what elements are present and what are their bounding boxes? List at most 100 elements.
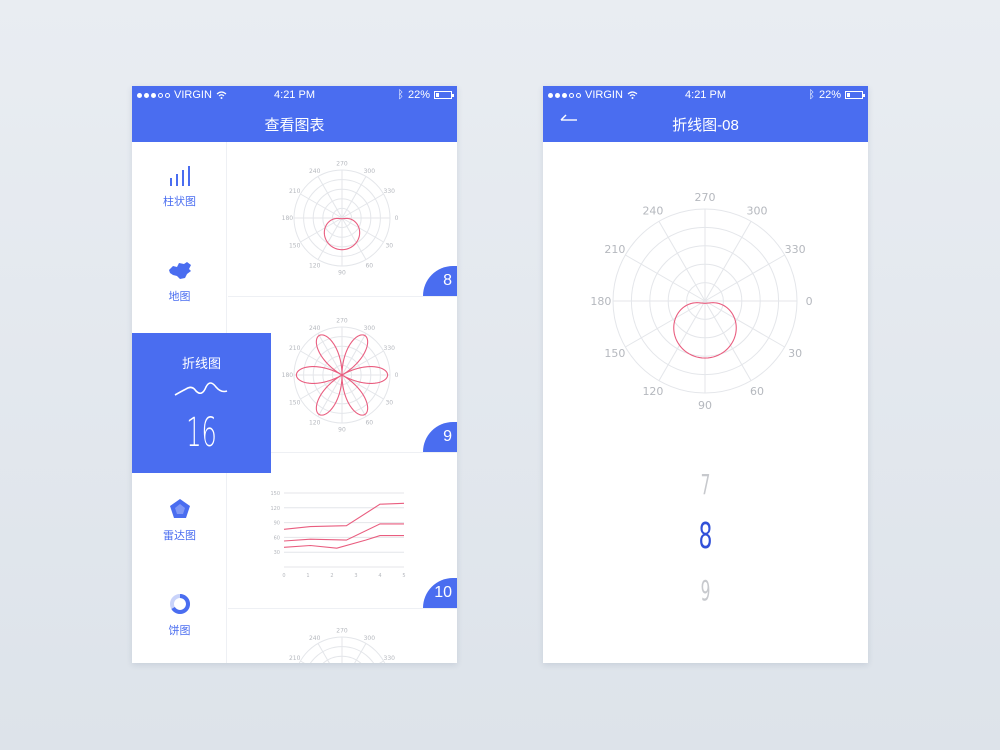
polar-tick-label: 30	[788, 347, 802, 360]
polar-tick-label: 240	[309, 325, 321, 332]
polar-tick-label: 270	[336, 628, 348, 635]
polar-tick-label: 120	[642, 385, 663, 398]
bar-chart-icon	[169, 166, 190, 186]
polar-tick-label: 240	[642, 205, 663, 218]
polar-tick-label: 150	[604, 347, 625, 360]
polar-tick-label: 330	[785, 243, 806, 256]
polar-tick-label: 270	[336, 318, 348, 325]
sidebar-item-radar[interactable]: 雷达图	[132, 498, 227, 543]
polar-grid-spoke	[625, 300, 706, 348]
polar-tick-label: 300	[747, 205, 768, 218]
line-chart-thumb: 150 120 90 60 30 0 1 2 3 4 5	[270, 491, 405, 579]
nav-bar: 查看图表	[132, 104, 457, 142]
polar-chart-thumb: 0 30 60 90 120 150 180 210 240 270 300 330	[282, 161, 399, 277]
polar-grid-spoke	[300, 660, 305, 663]
polar-tick-label: 60	[365, 419, 373, 426]
x-tick-label: 4	[378, 573, 381, 579]
chart-card-8[interactable]: 0 30 60 90 120 150 180 210 240 270 300 330 8	[228, 142, 457, 297]
picker-next-option[interactable]: 9	[616, 574, 795, 607]
polar-tick-label: 0	[395, 215, 399, 222]
polar-tick-label: 330	[384, 345, 396, 352]
polar-tick-label: 90	[698, 399, 712, 412]
polar-tick-label: 120	[309, 262, 321, 269]
y-tick-label: 120	[270, 506, 280, 512]
polar-tick-label: 180	[282, 215, 294, 222]
sidebar-item-pie[interactable]: 饼图	[132, 593, 227, 638]
polar-tick-label: 0	[806, 295, 813, 308]
polar-tick-label: 300	[364, 635, 376, 642]
active-item-count: 16	[186, 410, 217, 456]
bluetooth-icon: ᛒ	[808, 89, 815, 101]
polar-tick-label: 150	[289, 242, 301, 249]
polar-tick-label: 240	[309, 635, 321, 642]
chart-card-10[interactable]: 150 120 90 60 30 0 1 2 3 4 5 1 0	[228, 453, 457, 609]
sidebar-item-label: 地图	[168, 291, 191, 303]
polar-tick-label: 90	[338, 427, 346, 434]
pie-chart-icon	[169, 593, 190, 614]
battery-icon	[434, 91, 454, 99]
radar-chart-icon	[169, 499, 190, 518]
line-wave-icon	[174, 382, 228, 396]
y-tick-label: 30	[274, 550, 280, 556]
sidebar-item-label: 柱状图	[163, 196, 196, 208]
polar-tick-label: 270	[695, 191, 716, 204]
x-tick-label: 1	[306, 573, 309, 579]
polar-tick-label: 60	[750, 385, 764, 398]
page-title: 折线图-08	[672, 117, 739, 134]
polar-tick-label: 210	[289, 345, 301, 352]
polar-grid-spoke	[625, 254, 706, 302]
y-tick-label: 90	[274, 521, 280, 527]
polar-tick-label: 300	[364, 325, 376, 332]
x-tick-label: 3	[354, 573, 357, 579]
x-tick-label: 2	[330, 573, 333, 579]
polar-tick-label: 210	[604, 243, 625, 256]
active-item-label: 折线图	[181, 356, 221, 371]
china-map-icon	[168, 262, 191, 279]
polar-chart-thumb: 0306090120150180210240270300330	[289, 628, 395, 663]
status-bar: VIRGIN 4:21 PM ᛒ 22%	[543, 86, 868, 104]
sidebar-item-label: 雷达图	[163, 530, 196, 542]
series-line	[283, 523, 404, 542]
polar-grid-spoke	[704, 300, 785, 348]
battery-percent: 22%	[818, 89, 841, 101]
sidebar-item-bar[interactable]: 柱状图	[132, 166, 227, 209]
polar-grid-spoke	[379, 660, 384, 663]
chart-card-11[interactable]: 0306090120150180210240270300330	[228, 609, 457, 663]
polar-grid-spoke	[704, 300, 752, 381]
polar-grid-spoke	[658, 300, 706, 381]
polar-grid-spoke	[704, 254, 785, 302]
picker-prev-option[interactable]: 7	[616, 468, 795, 501]
polar-tick-label: 180	[282, 372, 294, 379]
polar-chart-detail: 0 30 60 90 120 150 180 210 240 270 300 330	[590, 191, 813, 412]
polar-tick-label: 30	[385, 242, 393, 249]
polar-tick-label: 270	[336, 161, 348, 168]
sidebar-item-map[interactable]: 地图	[132, 261, 227, 304]
x-tick-label: 0	[282, 573, 285, 579]
polar-tick-label: 0	[395, 372, 399, 379]
polar-tick-label: 330	[384, 188, 396, 195]
polar-tick-label: 210	[289, 655, 301, 662]
polar-tick-label: 300	[364, 168, 376, 175]
y-tick-label: 150	[270, 491, 280, 497]
polar-tick-label: 210	[289, 188, 301, 195]
sidebar-item-label: 饼图	[168, 625, 191, 637]
sidebar-item-line-active[interactable]: 折线图 16	[132, 333, 271, 473]
page-title: 查看图表	[264, 117, 325, 134]
polar-tick-label: 240	[309, 168, 321, 175]
x-tick-label: 5	[402, 573, 405, 579]
battery-percent: 22%	[407, 89, 430, 101]
battery-icon	[845, 91, 865, 99]
polar-tick-label: 30	[385, 399, 393, 406]
status-bar: VIRGIN 4:21 PM ᛒ 22%	[132, 86, 457, 104]
polar-tick-label: 60	[365, 262, 373, 269]
nav-bar: 折线图-08	[543, 104, 868, 142]
polar-tick-label: 90	[338, 270, 346, 277]
series-line	[283, 502, 405, 530]
bluetooth-icon: ᛒ	[397, 89, 404, 101]
polar-grid-spoke	[658, 221, 706, 302]
chart-detail-screen: VIRGIN 4:21 PM ᛒ 22% 折线图-08 0 30 60 90 120 15…	[543, 86, 868, 663]
picker-current-option[interactable]: 8	[608, 516, 803, 557]
polar-tick-label: 180	[590, 295, 611, 308]
y-tick-label: 60	[274, 535, 280, 541]
chart-list-screen: VIRGIN 4:21 PM ᛒ 22% 查看图表 柱状图 地图 雷达图 饼图 …	[132, 86, 457, 663]
